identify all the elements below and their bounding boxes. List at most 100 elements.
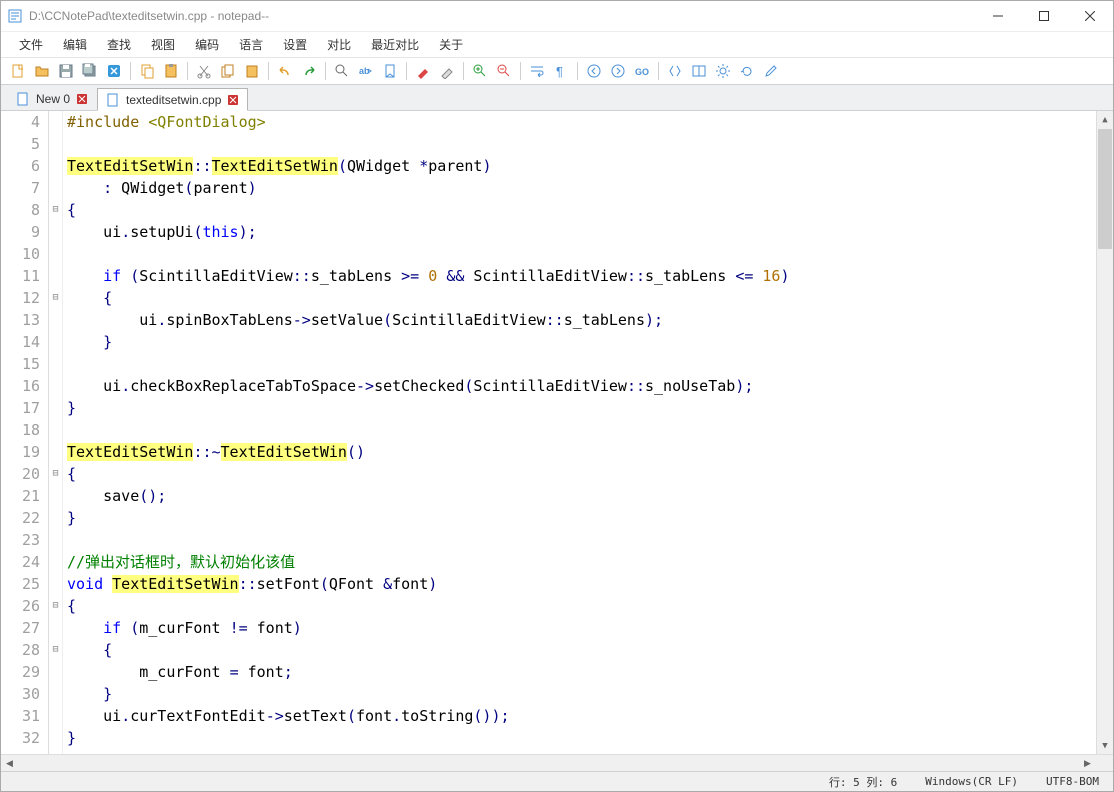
line-number: 19 [1,441,40,463]
code-line[interactable]: { [67,287,1096,309]
code-line[interactable]: ui.setupUi(this); [67,221,1096,243]
code-editor[interactable]: #include <QFontDialog>TextEditSetWin::Te… [63,111,1096,754]
fold-marker[interactable]: ⊟ [49,463,62,485]
scroll-right-icon[interactable]: ▶ [1079,755,1096,772]
replace-icon[interactable]: ab [355,60,377,82]
code-line[interactable]: { [67,595,1096,617]
edit-pencil-icon[interactable] [760,60,782,82]
paste-icon[interactable] [160,60,182,82]
code-line[interactable]: ui.curTextFontEdit->setText(font.toStrin… [67,705,1096,727]
file-tab[interactable]: texteditsetwin.cpp [97,88,248,111]
code-line[interactable] [67,419,1096,441]
tab-close-icon[interactable] [76,93,88,105]
menu-item[interactable]: 文件 [11,32,51,57]
nav-fwd-icon[interactable] [607,60,629,82]
menubar: 文件编辑查找视图编码语言设置对比最近对比关于 [1,31,1113,57]
scroll-left-icon[interactable]: ◀ [1,755,18,772]
open-file-icon[interactable] [31,60,53,82]
code-line[interactable]: //弹出对话框时，默认初始化该值 [67,551,1096,573]
menu-item[interactable]: 查找 [99,32,139,57]
fold-marker[interactable]: ⊟ [49,595,62,617]
code-line[interactable]: if (m_curFont != font) [67,617,1096,639]
minimize-button[interactable] [975,1,1021,31]
code-line[interactable]: m_curFont = font; [67,661,1096,683]
code-line[interactable]: { [67,639,1096,661]
code-line[interactable]: } [67,727,1096,749]
code-line[interactable]: TextEditSetWin::TextEditSetWin(QWidget *… [67,155,1096,177]
code-line[interactable]: ui.spinBoxTabLens->setValue(ScintillaEdi… [67,309,1096,331]
code-line[interactable]: ui.checkBoxReplaceTabToSpace->setChecked… [67,375,1096,397]
paragraph-icon[interactable]: ¶ [550,60,572,82]
new-file-icon[interactable] [7,60,29,82]
line-number: 23 [1,529,40,551]
menu-item[interactable]: 编码 [187,32,227,57]
zoom-in-icon[interactable] [469,60,491,82]
code-line[interactable]: if (ScintillaEditView::s_tabLens >= 0 &&… [67,265,1096,287]
code-line[interactable]: #include <QFontDialog> [67,111,1096,133]
code-line[interactable]: : QWidget(parent) [67,177,1096,199]
fold-marker[interactable]: ⊟ [49,639,62,661]
find-icon[interactable] [331,60,353,82]
save-all-icon[interactable] [79,60,101,82]
scroll-down-icon[interactable]: ▼ [1097,737,1113,754]
horizontal-scrollbar[interactable]: ◀ ▶ [1,755,1096,771]
paste2-icon[interactable] [241,60,263,82]
save-icon[interactable] [55,60,77,82]
code-line[interactable] [67,529,1096,551]
status-encoding: UTF8-BOM [1032,775,1113,788]
code-line[interactable]: { [67,199,1096,221]
marker-red-icon[interactable] [412,60,434,82]
menu-item[interactable]: 最近对比 [363,32,427,57]
zoom-out-icon[interactable] [493,60,515,82]
columns-icon[interactable] [688,60,710,82]
menu-item[interactable]: 视图 [143,32,183,57]
close-file-icon[interactable] [103,60,125,82]
refresh-icon[interactable] [736,60,758,82]
gear-icon[interactable] [712,60,734,82]
menu-item[interactable]: 关于 [431,32,471,57]
code-line[interactable]: { [67,463,1096,485]
marker-clear-icon[interactable] [436,60,458,82]
fold-marker [49,507,62,529]
fold-column[interactable]: ⊟ ⊟ ⊟ ⊟ ⊟ [49,111,63,754]
code-line[interactable]: } [67,683,1096,705]
editor-area: 4567891011121314151617181920212223242526… [1,111,1113,754]
nav-back-icon[interactable] [583,60,605,82]
file-tab[interactable]: New 0 [7,87,97,110]
line-number: 17 [1,397,40,419]
menu-item[interactable]: 设置 [275,32,315,57]
code-line[interactable] [67,133,1096,155]
code-line[interactable]: } [67,397,1096,419]
redo-icon[interactable] [298,60,320,82]
code-line[interactable]: } [67,331,1096,353]
split-icon[interactable] [664,60,686,82]
menu-item[interactable]: 对比 [319,32,359,57]
cut-icon[interactable] [193,60,215,82]
code-line[interactable]: } [67,507,1096,529]
line-number: 13 [1,309,40,331]
scroll-up-icon[interactable]: ▲ [1097,111,1113,128]
menu-item[interactable]: 语言 [231,32,271,57]
code-line[interactable] [67,243,1096,265]
code-line[interactable]: save(); [67,485,1096,507]
line-number: 30 [1,683,40,705]
toolbar-separator [658,62,659,80]
maximize-button[interactable] [1021,1,1067,31]
close-button[interactable] [1067,1,1113,31]
copy2-icon[interactable] [217,60,239,82]
line-number: 8 [1,199,40,221]
wrap-icon[interactable] [526,60,548,82]
goto-icon[interactable]: GO [631,60,653,82]
scrollbar-thumb[interactable] [1098,129,1112,249]
vertical-scrollbar[interactable]: ▲ ▼ [1096,111,1113,754]
code-line[interactable] [67,353,1096,375]
tab-close-icon[interactable] [227,94,239,106]
fold-marker[interactable]: ⊟ [49,199,62,221]
fold-marker[interactable]: ⊟ [49,287,62,309]
code-line[interactable]: TextEditSetWin::~TextEditSetWin() [67,441,1096,463]
copy-icon[interactable] [136,60,158,82]
code-line[interactable]: void TextEditSetWin::setFont(QFont &font… [67,573,1096,595]
undo-icon[interactable] [274,60,296,82]
bookmark-icon[interactable] [379,60,401,82]
menu-item[interactable]: 编辑 [55,32,95,57]
